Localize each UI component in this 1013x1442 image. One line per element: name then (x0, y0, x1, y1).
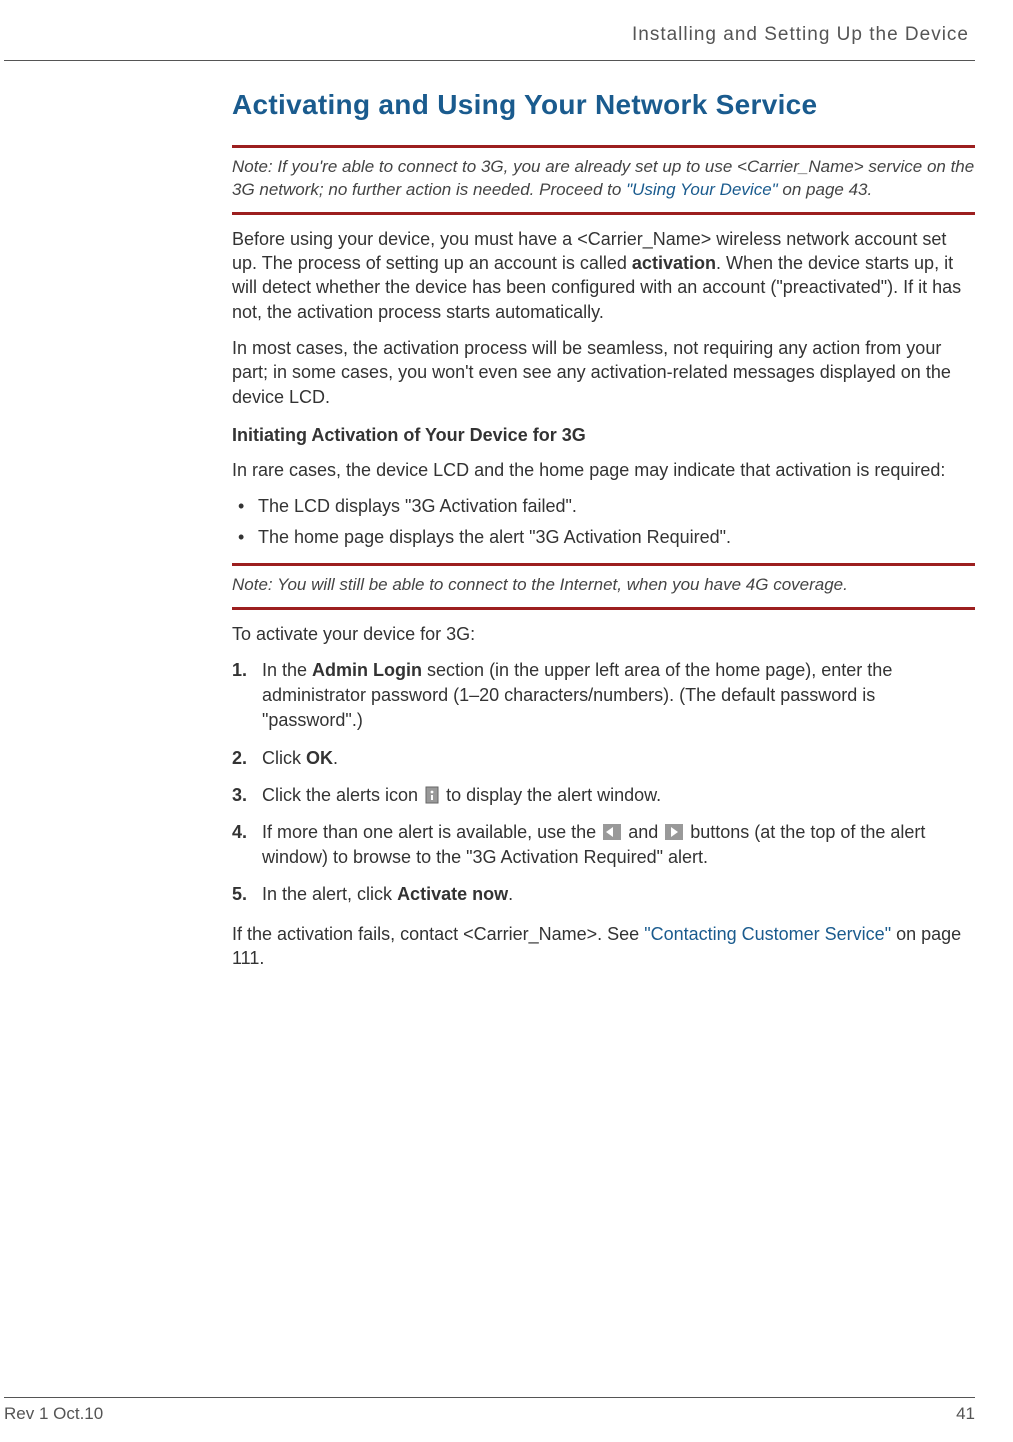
link-contacting-customer-service[interactable]: "Contacting Customer Service" (644, 924, 891, 944)
step-text: to display the alert window. (441, 785, 661, 805)
main-content: Activating and Using Your Network Servic… (232, 61, 975, 970)
step-1: In the Admin Login section (in the upper… (262, 658, 975, 734)
para-text: If the activation fails, contact <Carrie… (232, 924, 644, 944)
step-5: In the alert, click Activate now. (262, 882, 975, 907)
paragraph-1: Before using your device, you must have … (232, 227, 975, 324)
step-2: Click OK. (262, 746, 975, 771)
note-label: Note: (232, 157, 277, 176)
link-using-your-device[interactable]: "Using Your Device" (626, 180, 778, 199)
note-1: Note: If you're able to connect to 3G, y… (232, 148, 975, 212)
step-text: In the (262, 660, 312, 680)
ui-admin-login: Admin Login (312, 660, 422, 680)
step-text: If more than one alert is available, use… (262, 822, 601, 842)
paragraph-4: To activate your device for 3G: (232, 622, 975, 646)
paragraph-3: In rare cases, the device LCD and the ho… (232, 458, 975, 482)
step-4: If more than one alert is available, use… (262, 820, 975, 870)
ui-ok: OK (306, 748, 333, 768)
steps-list: In the Admin Login section (in the upper… (232, 658, 975, 908)
alerts-icon (425, 786, 439, 804)
paragraph-5: If the activation fails, contact <Carrie… (232, 922, 975, 971)
note-2: Note: You will still be able to connect … (232, 566, 975, 607)
step-text: and (623, 822, 663, 842)
step-text: Click the alerts icon (262, 785, 423, 805)
note-text-end: on page 43. (778, 180, 873, 199)
paragraph-2: In most cases, the activation process wi… (232, 336, 975, 409)
footer-revision: Rev 1 Oct.10 (4, 1404, 103, 1424)
footer-rule (4, 1397, 975, 1398)
step-text: . (508, 884, 513, 904)
step-text: In the alert, click (262, 884, 397, 904)
bullet-item: The LCD displays "3G Activation failed". (258, 494, 975, 518)
ui-activate-now: Activate now (397, 884, 508, 904)
next-icon (665, 824, 683, 840)
running-header: Installing and Setting Up the Device (0, 20, 975, 46)
subheading-initiating: Initiating Activation of Your Device for… (232, 425, 975, 446)
step-text: Click (262, 748, 306, 768)
page-number: 41 (956, 1404, 975, 1424)
page-title: Activating and Using Your Network Servic… (232, 89, 975, 121)
bullet-item: The home page displays the alert "3G Act… (258, 525, 975, 549)
page-footer: Rev 1 Oct.10 41 (4, 1397, 975, 1424)
note-text: You will still be able to connect to the… (277, 575, 848, 594)
note-label: Note: (232, 575, 277, 594)
step-text: . (333, 748, 338, 768)
note-bottom-rule (232, 212, 975, 215)
step-3: Click the alerts icon to display the ale… (262, 783, 975, 808)
note2-bottom-rule (232, 607, 975, 610)
prev-icon (603, 824, 621, 840)
term-activation: activation (632, 253, 716, 273)
bullet-list: The LCD displays "3G Activation failed".… (232, 494, 975, 549)
